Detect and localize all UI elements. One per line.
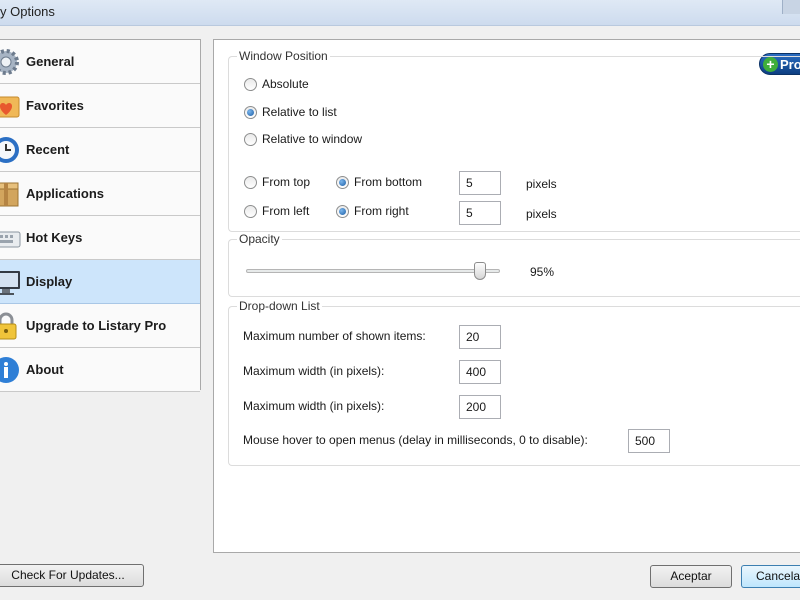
radio-label: From left [262,204,310,218]
cancel-button[interactable]: Cancelar [741,565,800,588]
sidebar-item-recent[interactable]: Recent [0,128,200,172]
radio-from-right[interactable]: From right [336,204,409,218]
sidebar-item-label: Upgrade to Listary Pro [26,318,167,333]
sidebar-item-label: Display [26,274,73,289]
sidebar-item-display[interactable]: Display [0,260,200,304]
heart-folder-icon [0,91,21,121]
radio-label: Relative to list [262,105,337,119]
gear-icon [0,47,21,77]
opacity-value: 95% [530,265,555,279]
horizontal-offset-input[interactable]: 5 [459,201,501,225]
radio-label: From right [354,204,409,218]
sidebar-item-label: About [26,362,64,377]
hover-delay-label: Mouse hover to open menus (delay in mill… [243,433,588,447]
title-bar: y Options [0,0,800,26]
radio-button[interactable] [244,204,257,218]
opacity-slider-thumb[interactable] [474,262,486,280]
radio-label: From top [262,175,311,189]
max-width-input-2[interactable]: 200 [459,395,501,419]
radio-from-left[interactable]: From left [244,204,309,218]
max-width-label: Maximum width (in pixels): [243,364,385,378]
group-title: Window Position [237,49,330,63]
group-title: Drop-down List [237,299,322,313]
unit-label: pixels [526,207,557,221]
sidebar-item-favorites[interactable]: Favorites [0,84,200,128]
radio-label: Absolute [262,77,309,91]
radio-button[interactable] [336,204,349,218]
radio-button[interactable] [336,175,349,189]
check-updates-button[interactable]: Check For Updates... [0,564,144,587]
clock-icon [0,135,21,165]
sidebar: General Favorites Recent Applications Ho… [0,39,201,392]
radio-button[interactable] [244,175,257,189]
radio-absolute[interactable]: Absolute [244,77,309,91]
unit-label: pixels [526,177,557,191]
max-items-input[interactable]: 20 [459,325,501,349]
settings-panel: + Pro Window Position Absolute Relative … [213,39,800,553]
sidebar-item-general[interactable]: General [0,40,200,84]
sidebar-item-label: General [26,54,75,69]
radio-from-top[interactable]: From top [244,175,310,189]
box-icon [0,179,21,209]
sidebar-item-hot-keys[interactable]: Hot Keys [0,216,200,260]
hover-delay-input[interactable]: 500 [628,429,670,453]
opacity-group: Opacity [228,232,800,297]
dropdown-list-group: Drop-down List Maximum number of shown i… [228,299,800,466]
sidebar-item-label: Applications [26,186,105,201]
sidebar-item-applications[interactable]: Applications [0,172,200,216]
sidebar-item-label: Favorites [26,98,84,113]
window-position-group: Window Position Absolute Relative to lis… [228,49,800,232]
lock-icon [0,311,21,341]
vertical-offset-input[interactable]: 5 [459,171,501,195]
window-title: y Options [0,4,55,19]
window-controls-edge[interactable] [782,0,800,14]
radio-button[interactable] [244,132,257,146]
group-title: Opacity [237,232,282,246]
sidebar-item-about[interactable]: About [0,348,200,392]
radio-relative-to-window[interactable]: Relative to window [244,132,362,146]
monitor-icon [0,267,21,297]
radio-label: Relative to window [262,132,363,146]
max-width-input[interactable]: 400 [459,360,501,384]
sidebar-item-label: Hot Keys [26,230,83,245]
keyboard-icon [0,223,21,253]
max-width-label-2: Maximum width (in pixels): [243,399,385,413]
info-icon [0,355,21,385]
radio-button[interactable] [244,105,257,119]
radio-from-bottom[interactable]: From bottom [336,175,422,189]
sidebar-item-label: Recent [26,142,70,157]
sidebar-item-upgrade[interactable]: Upgrade to Listary Pro [0,304,200,348]
opacity-slider-track[interactable] [246,269,500,273]
accept-button[interactable]: Aceptar [650,565,732,588]
radio-label: From bottom [354,175,423,189]
radio-relative-to-list[interactable]: Relative to list [244,105,337,119]
max-items-label: Maximum number of shown items: [243,329,426,343]
radio-button[interactable] [244,77,257,91]
